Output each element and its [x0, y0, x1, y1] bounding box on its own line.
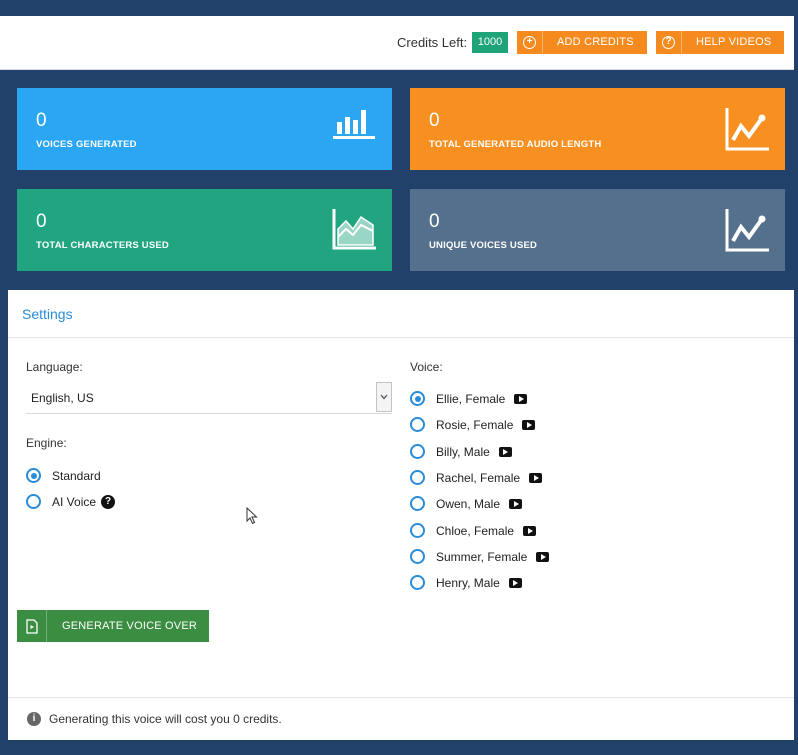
radio-selected[interactable]: [410, 391, 425, 406]
help-question-icon[interactable]: ?: [101, 494, 116, 509]
audio-file-icon: [17, 610, 47, 642]
stat-card-voices-generated: 0 VOICES GENERATED: [17, 88, 392, 170]
voice-option[interactable]: Summer, Female: [410, 549, 550, 564]
help-videos-label: HELP VIDEOS: [696, 36, 772, 48]
stat-card-characters-used: 0 TOTAL CHARACTERS USED: [17, 189, 392, 271]
radio-unselected[interactable]: [410, 417, 425, 432]
info-icon: i: [27, 712, 41, 726]
plus-circle-icon: +: [517, 31, 543, 54]
voice-option[interactable]: Rosie, Female: [410, 417, 536, 432]
voice-option[interactable]: Owen, Male: [410, 496, 523, 511]
settings-title: Settings: [22, 306, 73, 322]
stat-card-audio-length: 0 TOTAL GENERATED AUDIO LENGTH: [410, 88, 785, 170]
radio-unselected[interactable]: [410, 470, 425, 485]
question-circle-icon: ?: [656, 31, 682, 54]
radio-selected[interactable]: [26, 468, 41, 483]
play-preview-icon[interactable]: [514, 393, 528, 404]
credits-label: Credits Left:: [397, 35, 468, 50]
voice-label: Voice:: [410, 360, 443, 374]
radio-unselected[interactable]: [410, 549, 425, 564]
voice-option[interactable]: Chloe, Female: [410, 523, 537, 538]
stat-label: UNIQUE VOICES USED: [429, 240, 538, 251]
voice-option[interactable]: Henry, Male: [410, 575, 522, 590]
add-credits-button[interactable]: + ADD CREDITS: [517, 31, 647, 54]
language-value: English, US: [31, 391, 94, 405]
stat-label: TOTAL CHARACTERS USED: [36, 240, 169, 251]
voice-option-label: Chloe, Female: [436, 523, 515, 538]
radio-unselected[interactable]: [26, 494, 41, 509]
voice-option-label: Owen, Male: [436, 496, 501, 511]
play-preview-icon[interactable]: [498, 446, 512, 457]
radio-unselected[interactable]: [410, 575, 425, 590]
stat-value: 0: [36, 211, 47, 232]
radio-unselected[interactable]: [410, 523, 425, 538]
stat-card-unique-voices: 0 UNIQUE VOICES USED: [410, 189, 785, 271]
stat-value: 0: [429, 211, 440, 232]
help-videos-button[interactable]: ? HELP VIDEOS: [656, 31, 784, 54]
voice-option-label: Summer, Female: [436, 549, 528, 564]
line-chart-icon: [725, 108, 769, 151]
credits-badge: 1000: [472, 32, 508, 53]
cost-note-text: Generating this voice will cost you 0 cr…: [49, 712, 282, 726]
line-chart-icon: [725, 209, 769, 252]
stat-label: VOICES GENERATED: [36, 139, 137, 150]
play-preview-icon[interactable]: [522, 419, 536, 430]
engine-option-label: Standard: [52, 468, 101, 483]
cost-note: i Generating this voice will cost you 0 …: [8, 697, 794, 740]
engine-option-label: AI Voice: [52, 494, 97, 509]
engine-option-standard[interactable]: Standard: [26, 468, 101, 483]
play-preview-icon[interactable]: [529, 472, 543, 483]
stat-value: 0: [36, 110, 47, 131]
top-bar: Credits Left: 1000 + ADD CREDITS ? HELP …: [0, 16, 794, 70]
voice-option[interactable]: Billy, Male: [410, 444, 512, 459]
chevron-down-icon[interactable]: [376, 382, 392, 412]
voice-option[interactable]: Ellie, Female: [410, 391, 528, 406]
play-preview-icon[interactable]: [509, 498, 523, 509]
generate-voice-over-label: GENERATE VOICE OVER: [62, 620, 198, 632]
voice-option-label: Ellie, Female: [436, 391, 506, 406]
stat-value: 0: [429, 110, 440, 131]
play-preview-icon[interactable]: [508, 577, 522, 588]
voice-option-label: Billy, Male: [436, 444, 490, 459]
settings-header: Settings: [8, 290, 794, 338]
play-preview-icon[interactable]: [536, 551, 550, 562]
engine-option-ai-voice[interactable]: AI Voice ?: [26, 494, 116, 509]
voice-option[interactable]: Rachel, Female: [410, 470, 543, 485]
engine-label: Engine:: [26, 436, 67, 450]
radio-unselected[interactable]: [410, 496, 425, 511]
voice-option-label: Rachel, Female: [436, 470, 521, 485]
language-select[interactable]: English, US: [26, 380, 392, 414]
language-label: Language:: [26, 360, 83, 374]
voice-option-label: Rosie, Female: [436, 417, 514, 432]
radio-unselected[interactable]: [410, 444, 425, 459]
area-chart-icon: [332, 209, 376, 250]
mouse-cursor-icon: [246, 507, 258, 525]
play-preview-icon[interactable]: [523, 525, 537, 536]
stat-label: TOTAL GENERATED AUDIO LENGTH: [429, 139, 602, 150]
generate-voice-over-button[interactable]: GENERATE VOICE OVER: [17, 610, 209, 642]
voice-option-label: Henry, Male: [436, 575, 500, 590]
bar-chart-icon: [333, 110, 375, 139]
add-credits-label: ADD CREDITS: [557, 36, 634, 48]
settings-panel: Settings Language: English, US Engine: S…: [8, 290, 794, 740]
